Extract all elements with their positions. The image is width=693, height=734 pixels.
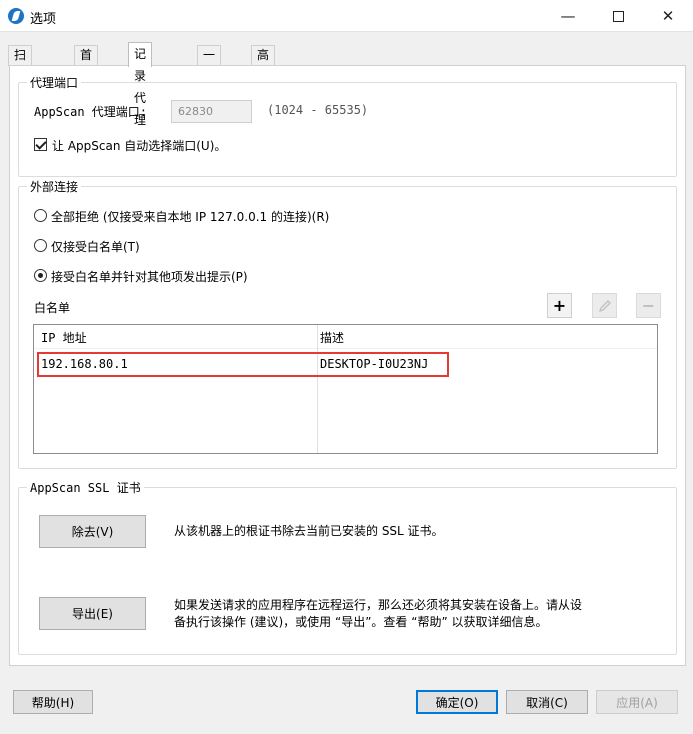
- close-button[interactable]: ✕: [645, 0, 691, 32]
- export-cert-description: 如果发送请求的应用程序在远程运行，那么还必须将其安装在设备上。请从设 备执行该操…: [174, 597, 582, 631]
- radio-deny-all-label[interactable]: 全部拒绝 (仅接受来自本地 IP 127.0.0.1 的连接)(R): [51, 208, 329, 225]
- export-cert-button[interactable]: 导出(E): [39, 597, 146, 630]
- port-label: AppScan 代理端口:: [34, 105, 148, 119]
- proxy-port-legend: 代理端口: [27, 74, 82, 91]
- add-whitelist-button[interactable]: +: [547, 293, 572, 318]
- plus-icon: +: [552, 296, 567, 315]
- remove-whitelist-button[interactable]: −: [636, 293, 661, 318]
- edit-whitelist-button[interactable]: [592, 293, 617, 318]
- highlight-box: [37, 352, 449, 377]
- cancel-button[interactable]: 取消(C): [506, 690, 588, 714]
- minus-icon: −: [641, 296, 656, 315]
- pencil-icon: [598, 299, 611, 312]
- remove-cert-description: 从该机器上的根证书除去当前已安装的 SSL 证书。: [174, 524, 444, 538]
- column-header-ip[interactable]: IP 地址: [41, 329, 87, 346]
- radio-deny-all[interactable]: [34, 209, 47, 222]
- window-title: 选项: [30, 12, 57, 27]
- tab-preferences[interactable]: 首选项: [74, 45, 99, 100]
- radio-whitelist-only-label[interactable]: 仅接受白名单(T): [51, 238, 140, 255]
- minimize-button[interactable]: —: [545, 0, 591, 32]
- port-range: (1024 - 65535): [267, 103, 369, 117]
- whitelist-label: 白名单: [34, 301, 71, 315]
- tab-record-proxy[interactable]: 记录代理: [128, 42, 153, 127]
- maximize-button[interactable]: [595, 0, 641, 32]
- whitelist-table[interactable]: IP 地址 描述 192.168.80.1 DESKTOP-I0U23NJ: [33, 324, 658, 454]
- app-icon: [8, 8, 24, 24]
- external-legend: 外部连接: [27, 178, 82, 195]
- radio-whitelist-prompt[interactable]: [34, 269, 47, 282]
- apply-button[interactable]: 应用(A): [596, 690, 678, 714]
- ssl-legend: AppScan SSL 证书: [27, 479, 144, 496]
- table-header-divider: [34, 348, 657, 349]
- remove-cert-button[interactable]: 除去(V): [39, 515, 146, 548]
- radio-whitelist-prompt-label[interactable]: 接受白名单并针对其他项发出提示(P): [51, 268, 248, 285]
- proxy-port-group: 代理端口 AppScan 代理端口: (1024 - 65535) 让 AppS…: [18, 74, 677, 177]
- maximize-icon: [612, 10, 624, 22]
- export-desc-line-2: 备执行该操作 (建议)，或使用 “导出”。查看 “帮助” 以获取详细信息。: [174, 615, 548, 629]
- auto-port-checkbox[interactable]: [34, 138, 47, 151]
- tab-panel: 代理端口 AppScan 代理端口: (1024 - 65535) 让 AppS…: [9, 65, 686, 666]
- ssl-group: AppScan SSL 证书 除去(V) 从该机器上的根证书除去当前已安装的 S…: [18, 479, 677, 655]
- column-separator[interactable]: [317, 325, 318, 453]
- port-input[interactable]: [171, 100, 252, 123]
- export-desc-line-1: 如果发送请求的应用程序在远程运行，那么还必须将其安装在设备上。请从设: [174, 598, 583, 612]
- title-bar: 选项 — ✕: [0, 0, 693, 32]
- auto-port-label[interactable]: 让 AppScan 自动选择端口(U)。: [52, 137, 226, 154]
- tab-advanced[interactable]: 高级: [251, 45, 276, 81]
- help-button[interactable]: 帮助(H): [13, 690, 93, 714]
- ok-button[interactable]: 确定(O): [416, 690, 498, 714]
- tab-scan-options[interactable]: 扫描选项: [8, 45, 33, 119]
- tab-general[interactable]: 一般: [197, 45, 222, 81]
- radio-whitelist-only[interactable]: [34, 239, 47, 252]
- column-header-description[interactable]: 描述: [320, 329, 344, 346]
